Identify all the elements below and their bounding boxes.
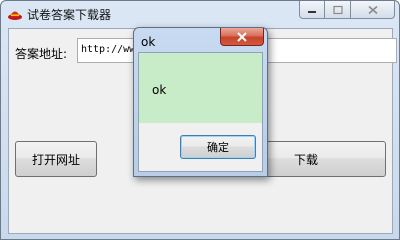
close-icon — [237, 31, 247, 42]
confirm-button[interactable]: 确定 — [180, 135, 256, 159]
main-titlebar[interactable]: 试卷答案下载器 — [1, 1, 399, 27]
url-label: 答案地址: — [15, 47, 68, 61]
close-icon — [367, 5, 378, 14]
caption-buttons — [299, 1, 395, 19]
close-button[interactable] — [351, 1, 395, 19]
message-text: ok — [152, 83, 167, 97]
dialog-title: ok — [141, 35, 156, 49]
app-icon — [8, 11, 22, 20]
dialog-body: ok 确定 — [138, 52, 263, 172]
maximize-button[interactable] — [325, 1, 351, 19]
minimize-button[interactable] — [299, 1, 325, 19]
open-url-button[interactable]: 打开网址 — [15, 141, 97, 177]
maximize-icon — [332, 5, 343, 14]
minimize-icon — [308, 10, 316, 13]
dialog-close-button[interactable] — [220, 28, 264, 46]
message-area: ok — [139, 53, 262, 123]
message-dialog: ok ok 确定 — [133, 27, 268, 177]
window-title: 试卷答案下载器 — [27, 8, 112, 22]
